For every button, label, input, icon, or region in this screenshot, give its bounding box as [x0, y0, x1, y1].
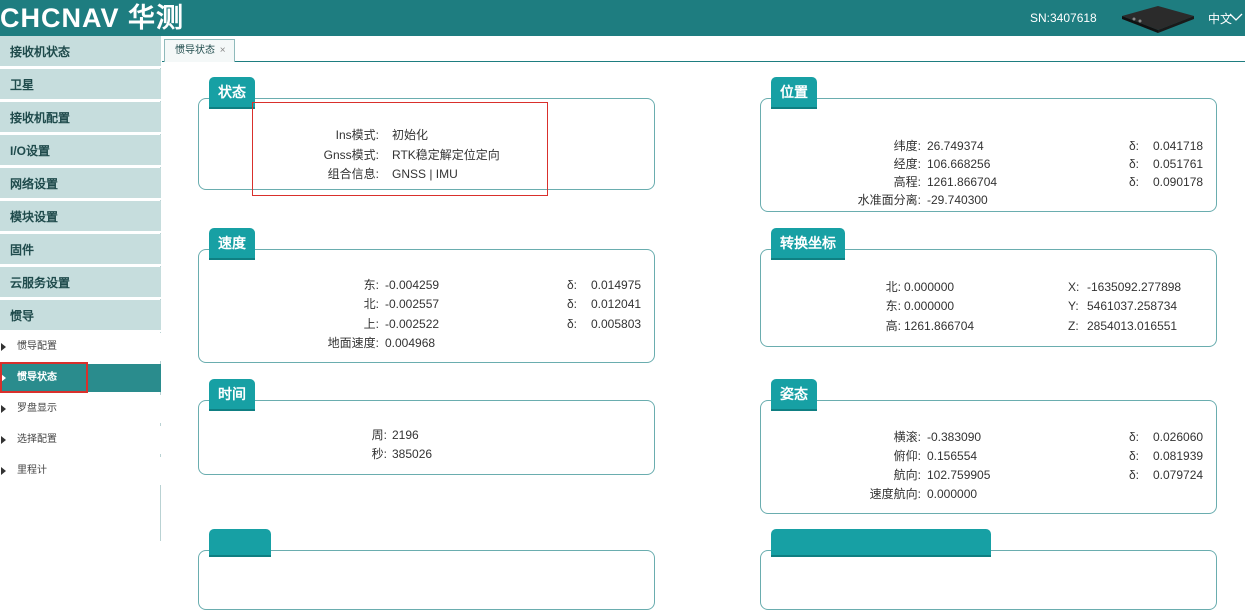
- panel-title-partial-left: [209, 529, 271, 557]
- sidebar-subitem-select-config[interactable]: 选择配置: [0, 426, 161, 454]
- sidebar-item-network[interactable]: 网络设置: [0, 168, 161, 200]
- serial-number: SN:3407618: [1030, 11, 1097, 25]
- triangle-right-icon: [1, 467, 6, 475]
- panel-coords: 转换坐标 北: 0.000000 X: -1635092.277898 东: 0…: [760, 228, 1217, 347]
- panel-partial-right: [760, 529, 1217, 610]
- top-header: CHCNAV 华测 SN:3407618 中文: [0, 0, 1245, 36]
- panel-attitude: 姿态 横滚: -0.383090 δ: 0.026060 俯仰: 0.15655…: [760, 379, 1217, 514]
- sidebar-item-io-settings[interactable]: I/O设置: [0, 135, 161, 167]
- highlight-box-sidebar: [0, 362, 88, 393]
- close-icon[interactable]: ×: [220, 45, 226, 56]
- panel-title-status: 状态: [209, 77, 255, 109]
- sidebar: 接收机状态 卫星 接收机配置 I/O设置 网络设置 模块设置 固件 云服务设置 …: [0, 36, 161, 541]
- panel-title-position: 位置: [771, 77, 817, 109]
- tab-bar: 惯导状态 ×: [162, 36, 1245, 62]
- panel-title-partial-right: [771, 529, 991, 557]
- panel-velocity: 速度 东: -0.004259 δ: 0.014975 北: -0.002557…: [198, 228, 655, 363]
- tab-ins-status[interactable]: 惯导状态 ×: [164, 39, 235, 62]
- chevron-down-icon[interactable]: [1229, 11, 1243, 23]
- panel-position: 位置 纬度: 26.749374 δ: 0.041718 经度: 106.668…: [760, 77, 1217, 212]
- receiver-device-icon: [1122, 6, 1194, 33]
- triangle-right-icon: [1, 343, 6, 351]
- triangle-right-icon: [1, 436, 6, 444]
- panel-time: 时间 周: 2196 秒: 385026: [198, 379, 655, 475]
- sidebar-item-firmware[interactable]: 固件: [0, 234, 161, 266]
- logo: CHCNAV 华测: [0, 3, 184, 33]
- sidebar-item-satellite[interactable]: 卫星: [0, 69, 161, 101]
- sidebar-item-module[interactable]: 模块设置: [0, 201, 161, 233]
- sidebar-subitem-ins-config[interactable]: 惯导配置: [0, 333, 161, 361]
- panel-partial-left: [198, 529, 655, 610]
- panel-title-velocity: 速度: [209, 228, 255, 260]
- sidebar-item-ins[interactable]: 惯导: [0, 300, 161, 332]
- sidebar-item-cloud[interactable]: 云服务设置: [0, 267, 161, 299]
- sidebar-subitem-odometer[interactable]: 里程计: [0, 457, 161, 485]
- sidebar-subitem-compass[interactable]: 罗盘显示: [0, 395, 161, 423]
- panel-title-attitude: 姿态: [771, 379, 817, 411]
- triangle-right-icon: [1, 405, 6, 413]
- panel-title-time: 时间: [209, 379, 255, 411]
- sidebar-item-receiver-status[interactable]: 接收机状态: [0, 36, 161, 68]
- highlight-box-status: [252, 102, 548, 196]
- main-content: 状态 Ins模式: 初始化 Gnss模式: RTK稳定解定位定向 组合信息: G…: [162, 62, 1245, 610]
- sidebar-item-receiver-config[interactable]: 接收机配置: [0, 102, 161, 134]
- panel-title-coords: 转换坐标: [771, 228, 845, 260]
